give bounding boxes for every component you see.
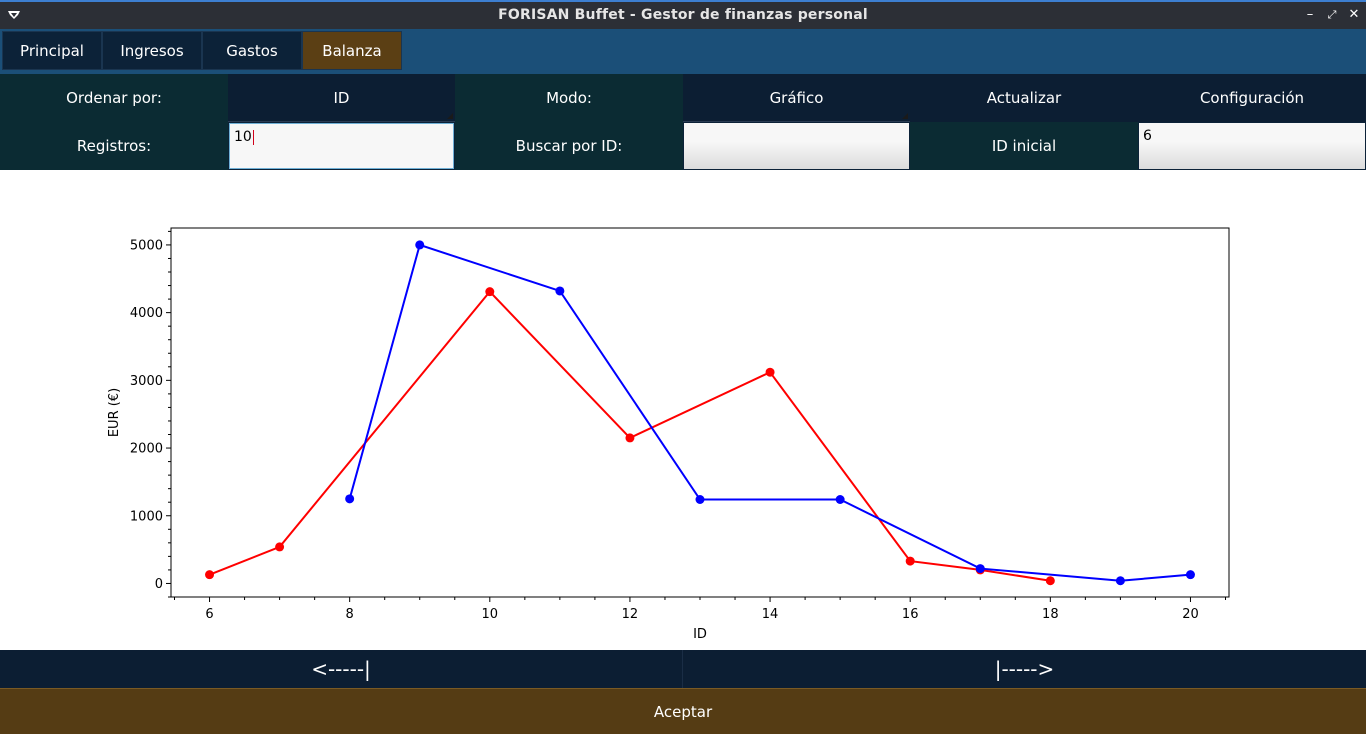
series-group [205,240,1195,586]
text-caret [252,129,254,145]
tab-gastos[interactable]: Gastos [202,31,302,70]
series-point [555,286,565,296]
records-label: Registros: [0,122,228,170]
x-tick-label: 14 [762,607,779,622]
y-axis: 0 1000 2000 3000 4000 5000 [130,230,171,598]
minimize-icon[interactable]: – [1302,7,1318,23]
x-tick-label: 18 [1042,607,1059,622]
x-tick-label: 6 [205,607,213,622]
close-icon[interactable]: ✕ [1346,7,1362,23]
initial-id-label: ID inicial [910,122,1138,170]
tab-bar: Principal Ingresos Gastos Balanza [0,29,1366,74]
x-tick-label: 16 [902,607,919,622]
x-tick-label: 8 [346,607,354,622]
config-button[interactable]: Configuración [1138,74,1366,122]
series-point [275,542,285,552]
pagination-bar: <-----| |-----> [0,650,1366,688]
order-by-label: Ordenar por: [0,74,228,122]
series-point [695,495,705,505]
mode-select[interactable]: Gráfico [683,74,910,122]
window-title: FORISAN Buffet - Gestor de finanzas pers… [498,7,868,23]
x-tick-label: 20 [1182,607,1199,622]
y-axis-label: EUR (€) [107,388,122,437]
y-tick-label: 4000 [130,306,163,321]
line-chart: 010002000300040005000 6 8 10 12 14 16 18 20 ID … [107,227,1230,642]
series-point [905,556,915,566]
controls-panel: Ordenar por: ID Modo: Gráfico Actualizar… [0,74,1366,170]
mode-label: Modo: [455,74,683,122]
series-point [1045,576,1055,586]
update-button[interactable]: Actualizar [910,74,1138,122]
search-id-label: Buscar por ID: [455,122,683,170]
y-tick-label: 1000 [130,509,163,524]
series-point [415,240,425,250]
y-tick-label: 0 [155,577,163,592]
y-tick-label: 5000 [130,238,163,253]
tab-principal[interactable]: Principal [2,31,102,70]
x-axis: 6 8 10 12 14 16 18 20 [174,597,1226,622]
series-point [485,287,495,297]
maximize-icon[interactable]: ⤢ [1324,7,1340,23]
series-point [625,433,635,443]
series-point [765,367,775,377]
balance-chart: 0 1000 2000 3000 4000 5000 6 8 10 12 14 16 18 20 ID … [0,170,1366,650]
x-tick-label: 10 [482,607,499,622]
series-point [1185,570,1195,580]
plot-frame [170,227,1230,598]
y-tick-label: 2000 [130,442,163,457]
series-point [205,570,215,580]
series-point [835,495,845,505]
records-value: 10 [234,129,252,145]
series-line-1 [348,243,1191,582]
records-input[interactable]: 10 [229,123,454,169]
x-axis-label: ID [693,627,707,642]
search-id-input[interactable] [684,123,909,169]
tab-balanza[interactable]: Balanza [302,31,402,70]
tab-ingresos[interactable]: Ingresos [102,31,202,70]
series-point [975,564,985,574]
accept-button[interactable]: Aceptar [0,688,1366,734]
series-point [345,494,355,504]
series-point [1115,576,1125,586]
x-tick-label: 12 [622,607,639,622]
next-page-button[interactable]: |-----> [683,650,1366,688]
initial-id-input[interactable]: 6 [1139,123,1365,169]
order-by-select[interactable]: ID [228,74,455,122]
y-tick-label: 3000 [130,374,163,389]
title-bar: FORISAN Buffet - Gestor de finanzas pers… [0,0,1366,29]
prev-page-button[interactable]: <-----| [0,650,683,688]
